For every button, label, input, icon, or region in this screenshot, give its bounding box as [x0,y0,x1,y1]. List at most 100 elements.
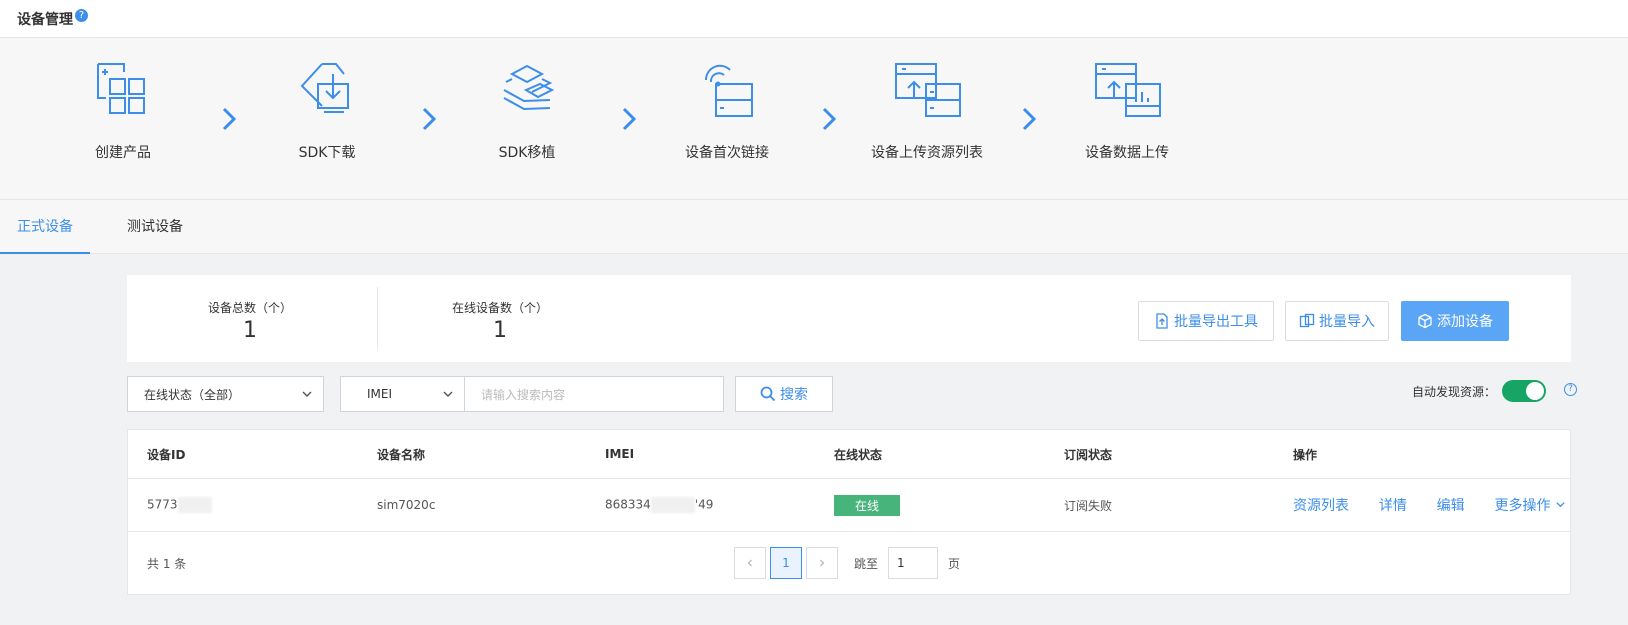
stat-total-label: 设备总数（个） [207,301,292,315]
total-count: 共 1 条 [147,556,187,571]
edit-link[interactable]: 编辑 [1437,498,1465,514]
step-label: SDK移植 [498,145,556,161]
batch-export-tool-label: 批量导出工具 [1174,314,1258,330]
help-icon[interactable]: ? [1564,382,1577,396]
pagination: 1 跳至 1 页 [734,547,960,579]
device-first-connect-icon [704,64,753,117]
details-link[interactable]: 详情 [1379,498,1407,514]
create-product-icon [97,63,145,114]
column-header: 设备名称 [377,447,426,462]
chevron-right-icon [222,107,237,131]
chevron-right-icon [820,559,825,567]
tab-production-devices[interactable]: 正式设备 [0,200,90,254]
step-label: 创建产品 [95,145,151,161]
sdk-download-icon [300,63,349,113]
column-header: 设备ID [147,447,186,462]
filter-bar: 在线状态（全部） IMEI 请输入搜索内容 搜索 自动发现资源： ? [127,376,1577,416]
cube-icon [1418,313,1432,329]
imei-prefix: 868334 [605,497,651,512]
onboarding-steps: 创建产品 SDK下载 SDK移植 设备首次链接 设备上传资源列表 设备数据上传 [0,38,1628,200]
operations-cell: 资源列表 详情 编辑 更多操作 [1274,495,1570,515]
step-label: 设备首次链接 [685,145,769,161]
step-label: 设备上传资源列表 [871,145,983,161]
step-device-first-connect[interactable]: 设备首次链接 [647,60,807,162]
stat-online: 在线设备数（个） 1 [385,299,615,343]
stat-online-label: 在线设备数（个） [451,301,548,315]
add-device-button[interactable]: 添加设备 [1401,301,1509,341]
prev-page-button[interactable] [734,547,766,579]
sdk-port-icon [503,64,555,111]
chevron-left-icon [747,559,752,567]
search-icon [760,386,776,402]
device-name-cell: sim7020c [377,498,436,512]
stat-total-value: 1 [243,318,257,343]
device-tabs: 正式设备 测试设备 [0,200,1628,254]
search-field-select[interactable]: IMEI [340,376,465,412]
chevron-down-icon [302,391,312,397]
online-status-select[interactable]: 在线状态（全部） [127,376,324,412]
device-data-upload-icon [1095,63,1161,117]
online-status-select-value: 在线状态（全部） [144,387,241,402]
autodiscover-label: 自动发现资源： [1411,384,1496,399]
step-label: 设备数据上传 [1085,145,1169,161]
redaction-mask [650,497,695,513]
chevron-right-icon [622,107,637,131]
help-icon[interactable]: ? [75,9,88,22]
step-create-product[interactable]: 创建产品 [43,60,203,162]
chevron-down-icon [1556,502,1565,508]
resource-list-link[interactable]: 资源列表 [1293,498,1349,514]
batch-import-button[interactable]: 批量导入 [1285,301,1389,341]
search-input[interactable]: 请输入搜索内容 [465,376,724,412]
step-sdk-port[interactable]: SDK移植 [447,60,607,162]
batch-export-tool-button[interactable]: 批量导出工具 [1138,301,1274,341]
subscription-status-cell: 订阅失败 [1064,498,1113,513]
search-button-label: 搜索 [780,387,808,403]
goto-page-input[interactable]: 1 [888,547,939,579]
step-device-data-upload[interactable]: 设备数据上传 [1047,60,1207,162]
more-actions-dropdown[interactable]: 更多操作 [1494,498,1565,514]
search-input-placeholder: 请输入搜索内容 [481,387,566,402]
goto-label: 跳至 [854,556,879,571]
upload-resource-list-icon [895,63,961,117]
online-status-cell: 在线 [815,494,1045,516]
chevron-right-icon [422,107,437,131]
table-row: 5773 sim7020c 868334 '49 在线 订阅失败 资源列表 详情 … [128,479,1570,532]
device-table: 设备ID 设备名称 IMEI 在线状态 订阅状态 操作 5773 sim7020… [127,429,1571,595]
copy-import-icon [1299,313,1315,328]
title-bar: 设备管理 ? [0,0,1628,38]
next-page-button[interactable] [806,547,838,579]
redaction-mask [177,497,212,513]
device-id-cell: 5773 [128,497,358,513]
search-button[interactable]: 搜索 [735,376,833,412]
tab-test-devices[interactable]: 测试设备 [110,200,200,253]
stats-panel: 设备总数（个） 1 在线设备数（个） 1 批量导出工具 批量导入 添加设备 [127,275,1571,362]
stat-divider [377,287,378,350]
chevron-down-icon [443,391,453,397]
status-badge: 在线 [834,494,900,516]
column-header: IMEI [605,447,635,461]
step-upload-resource-list[interactable]: 设备上传资源列表 [847,60,1007,162]
device-id: 5773 [147,497,178,512]
batch-import-label: 批量导入 [1319,314,1375,330]
imei-cell: 868334 '49 [586,497,815,513]
page-button-current[interactable]: 1 [770,547,802,579]
chevron-right-icon [822,107,837,131]
autodiscover-toggle[interactable] [1502,380,1546,402]
column-header: 在线状态 [834,447,883,462]
add-device-label: 添加设备 [1437,314,1493,330]
autodiscover-setting: 自动发现资源： ? [1412,380,1577,402]
stat-total: 设备总数（个） 1 [135,299,365,343]
step-label: SDK下载 [298,145,356,161]
column-header: 订阅状态 [1064,447,1113,462]
search-field-select-value: IMEI [367,387,393,401]
page-title: 设备管理 [17,11,73,28]
page-unit-label: 页 [948,556,961,571]
upload-file-icon [1156,313,1168,329]
step-sdk-download[interactable]: SDK下载 [247,60,407,162]
more-actions-label: 更多操作 [1494,498,1551,514]
column-header: 操作 [1293,447,1318,462]
table-header: 设备ID 设备名称 IMEI 在线状态 订阅状态 操作 [128,430,1570,479]
imei-suffix: '49 [694,497,714,512]
chevron-right-icon [1022,107,1037,131]
table-footer: 共 1 条 1 跳至 1 页 [128,532,1570,594]
